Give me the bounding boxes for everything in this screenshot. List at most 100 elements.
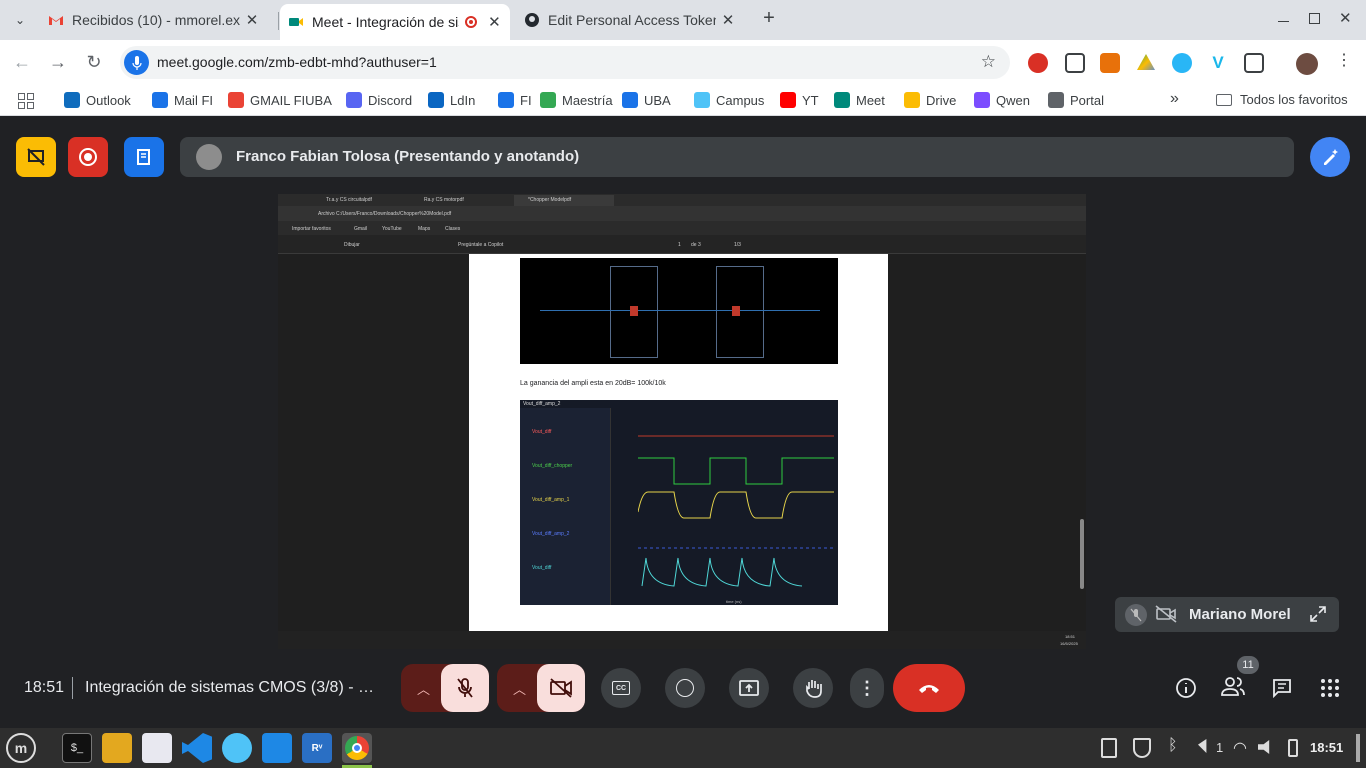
captions-button[interactable]: CC xyxy=(601,668,641,708)
gmail-icon xyxy=(49,16,63,25)
activities-icon[interactable] xyxy=(1321,679,1339,697)
recording-button[interactable] xyxy=(68,137,108,177)
microphone-icon[interactable] xyxy=(124,50,149,75)
tab-title: Edit Personal Access Token ( xyxy=(548,12,716,28)
new-tab-button[interactable]: + xyxy=(758,7,780,31)
chromium-app-icon[interactable] xyxy=(222,733,252,763)
forward-button[interactable]: → xyxy=(44,48,72,76)
shield-icon[interactable] xyxy=(1133,738,1151,758)
tab-close-icon[interactable]: ✕ xyxy=(244,11,260,29)
back-button[interactable]: ← xyxy=(8,48,36,76)
camera-off-icon xyxy=(550,678,572,698)
extension-stop-icon[interactable] xyxy=(1028,53,1048,73)
extension-drive-icon[interactable] xyxy=(1137,54,1155,70)
browser-menu-icon[interactable]: ⋮ xyxy=(1336,50,1352,70)
pdf-page: La ganancia del ampli esta en 20dB= 100k… xyxy=(469,254,888,631)
volume-icon[interactable] xyxy=(1258,740,1270,754)
profile-avatar[interactable] xyxy=(1296,53,1318,75)
bookmark-star-icon[interactable]: ☆ xyxy=(981,52,996,72)
bookmark-label: Discord xyxy=(368,92,413,108)
address-bar[interactable]: meet.google.com/zmb-edbt-mhd?authuser=1 … xyxy=(120,46,1010,79)
host-controls-button[interactable] xyxy=(16,137,56,177)
tab-close-icon[interactable]: ✕ xyxy=(720,11,736,29)
leave-call-button[interactable] xyxy=(893,664,965,712)
extension-megaphone-icon[interactable] xyxy=(1100,53,1120,73)
bookmark-label: YT xyxy=(802,92,819,108)
clipboard-icon[interactable] xyxy=(1101,738,1117,758)
wifi-icon[interactable]: ◠ xyxy=(1233,738,1251,757)
bluetooth-icon[interactable]: ᛒ xyxy=(1168,737,1178,755)
taskbar-clock[interactable]: 18:51 xyxy=(1310,740,1343,755)
bookmark-item[interactable]: Outlook xyxy=(64,92,131,108)
meet-area: Franco Fabian Tolosa (Presentando y anot… xyxy=(0,121,1366,728)
tab-title: Meet - Integración de sist xyxy=(312,14,460,30)
people-icon xyxy=(1221,677,1245,696)
extension-vimeo-icon[interactable]: V xyxy=(1208,53,1228,73)
mic-button[interactable] xyxy=(441,664,489,712)
expand-icon[interactable] xyxy=(1309,605,1327,623)
all-bookmarks-folder[interactable]: Todos los favoritos xyxy=(1216,92,1348,107)
extension-cast-icon[interactable] xyxy=(1065,53,1085,73)
pdf-gain-text: La ganancia del ampli esta en 20dB= 100k… xyxy=(520,380,666,387)
reload-button[interactable]: ↻ xyxy=(80,48,108,76)
bookmark-item[interactable]: Portal xyxy=(1048,92,1104,108)
chat-icon[interactable] xyxy=(1271,677,1293,699)
more-options-button[interactable]: ⋮ xyxy=(850,668,884,708)
maximize-button[interactable] xyxy=(1309,13,1320,24)
bookmark-item[interactable]: Qwen xyxy=(974,92,1030,108)
bookmark-item[interactable]: UBA xyxy=(622,92,671,108)
camera-button[interactable] xyxy=(537,664,585,712)
chrome-app-icon[interactable] xyxy=(342,733,372,763)
bookmark-item[interactable]: LdIn xyxy=(428,92,475,108)
extensions-puzzle-icon[interactable] xyxy=(1244,53,1264,73)
tab-gmail[interactable]: Recibidos (10) - mmorel.ext@… ✕ xyxy=(40,4,274,36)
annotate-button[interactable] xyxy=(1310,137,1350,177)
mint-menu-icon[interactable]: m xyxy=(6,733,36,763)
audio-options-button[interactable]: ︿ xyxy=(401,664,489,712)
more-bookmarks-button[interactable]: » xyxy=(1170,90,1179,108)
shared-page-total: de 3 xyxy=(691,242,701,248)
close-window-button[interactable]: ✕ xyxy=(1339,9,1355,27)
tab-meet[interactable]: Meet - Integración de sist ✕ xyxy=(280,4,510,40)
bookmark-item[interactable]: Meet xyxy=(834,92,885,108)
participants-button[interactable] xyxy=(1220,675,1248,701)
bookmark-favicon-icon xyxy=(540,92,556,108)
battery-icon[interactable] xyxy=(1288,739,1298,757)
participants-count-badge: 11 xyxy=(1237,656,1259,674)
terminal-icon[interactable]: $_ xyxy=(62,733,92,763)
transcript-button[interactable] xyxy=(124,137,164,177)
meeting-time: 18:51 xyxy=(24,679,65,696)
apps-grid-icon[interactable] xyxy=(18,93,34,109)
pen-sparkle-icon xyxy=(1324,149,1338,165)
bookmark-item[interactable]: YT xyxy=(780,92,819,108)
bookmark-item[interactable]: Campus xyxy=(694,92,764,108)
tab-github[interactable]: Edit Personal Access Token ( ✕ xyxy=(516,4,750,36)
present-icon xyxy=(739,680,759,696)
text-editor-icon[interactable] xyxy=(142,733,172,763)
raise-hand-button[interactable] xyxy=(793,668,833,708)
vscode-icon[interactable] xyxy=(182,733,212,763)
shared-taskbar-date: 16/5/2025 xyxy=(1060,641,1078,646)
docs-icon[interactable] xyxy=(262,733,292,763)
present-screen-button[interactable] xyxy=(729,668,769,708)
vnc-icon[interactable]: Rᵛ xyxy=(302,733,332,763)
bookmark-item[interactable]: Maestría xyxy=(540,92,613,108)
bookmark-item[interactable]: FI xyxy=(498,92,532,108)
tab-search-button[interactable]: ⌄ xyxy=(8,8,32,32)
tab-close-icon[interactable]: ✕ xyxy=(487,13,502,31)
reactions-button[interactable] xyxy=(665,668,705,708)
bookmark-item[interactable]: Mail FI xyxy=(152,92,213,108)
bookmark-item[interactable]: Drive xyxy=(904,92,956,108)
bookmark-item[interactable]: GMAIL FIUBA xyxy=(228,92,332,108)
extension-edge-icon[interactable] xyxy=(1172,53,1192,73)
notification-icon[interactable] xyxy=(1198,739,1207,753)
minimize-button[interactable] xyxy=(1276,10,1292,26)
bookmark-item[interactable]: Discord xyxy=(346,92,412,108)
bookmark-label: LdIn xyxy=(450,92,476,108)
files-icon[interactable] xyxy=(102,733,132,763)
more-vert-icon: ⋮ xyxy=(858,677,876,698)
video-options-button[interactable]: ︿ xyxy=(497,664,585,712)
meeting-info-icon[interactable] xyxy=(1175,677,1197,699)
url-text: meet.google.com/zmb-edbt-mhd?authuser=1 xyxy=(157,54,437,70)
bookmark-label: Mail FI xyxy=(174,92,213,108)
